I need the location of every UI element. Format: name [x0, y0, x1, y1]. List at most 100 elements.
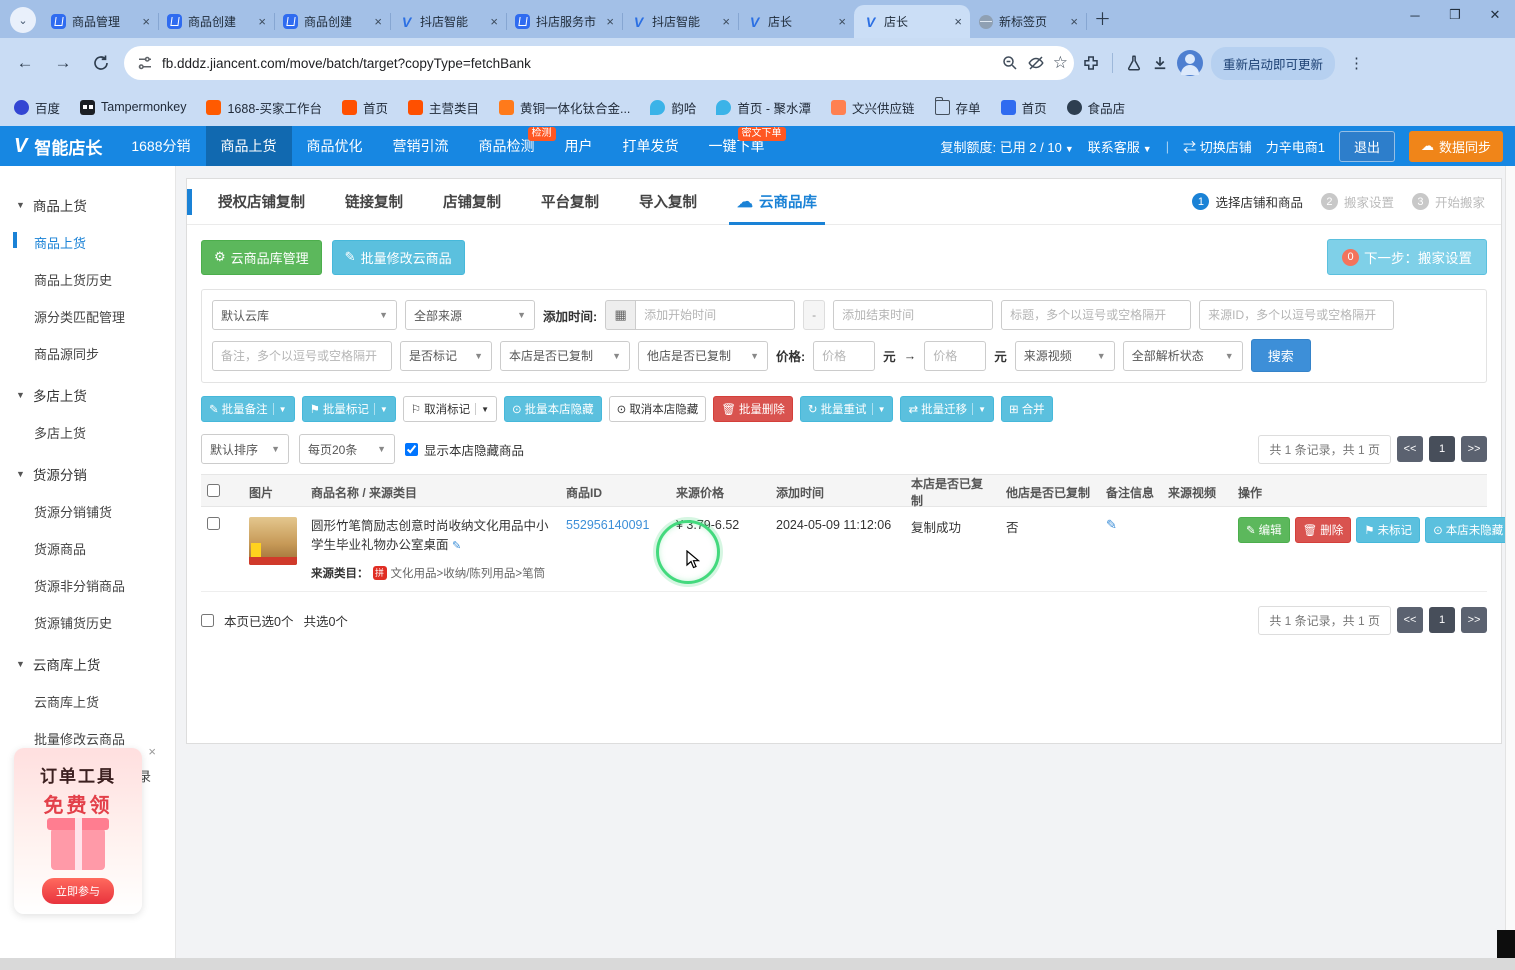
sidebar-item-cloud-upload[interactable]: 云商库上货 [0, 683, 175, 720]
page-number-button[interactable]: 1 [1429, 607, 1455, 633]
tab-platform-copy[interactable]: 平台复制 [521, 179, 619, 225]
contact-support-dropdown[interactable]: 联系客服▼ [1088, 137, 1152, 156]
minimize-button[interactable]: ─ [1395, 0, 1435, 30]
tab-shop-copy[interactable]: 店铺复制 [423, 179, 521, 225]
browser-tab[interactable]: 新标签页 × [970, 5, 1086, 38]
close-button[interactable]: ✕ [1475, 0, 1515, 30]
edit-button[interactable]: ✎编辑 [1238, 517, 1290, 543]
sidebar-group-product-upload[interactable]: ▼商品上货 [0, 186, 175, 224]
sidebar-item-stock-history[interactable]: 货源铺货历史 [0, 604, 175, 641]
browser-tab[interactable]: 商品创建 × [274, 5, 390, 38]
tab-import-copy[interactable]: 导入复制 [619, 179, 717, 225]
switch-shop-button[interactable]: ⇄ 切换店铺 [1183, 137, 1252, 156]
tab-close-icon[interactable]: × [836, 14, 848, 29]
batch-migrate-button[interactable]: ⇄批量迁移▼ [900, 396, 994, 422]
nav-item-marketing[interactable]: 营销引流 [378, 126, 464, 166]
chrome-menu-icon[interactable]: ⋮ [1343, 54, 1371, 72]
not-hidden-button[interactable]: ⊙本店未隐藏 [1425, 517, 1511, 543]
site-info-icon[interactable] [136, 54, 154, 72]
sidebar-item-non-distribution[interactable]: 货源非分销商品 [0, 567, 175, 604]
source-video-select[interactable]: 来源视频▼ [1015, 341, 1115, 371]
browser-tab[interactable]: 商品创建 × [158, 5, 274, 38]
batch-hide-button[interactable]: ⊙批量本店隐藏 [504, 396, 602, 422]
address-bar[interactable]: fb.dddz.jiancent.com/move/batch/target?c… [124, 46, 1074, 80]
source-select[interactable]: 全部来源▼ [405, 300, 535, 330]
select-all-checkbox[interactable] [207, 484, 220, 497]
eye-off-icon[interactable] [1027, 54, 1045, 72]
bookmark-item[interactable]: 百度 [14, 98, 60, 117]
page-size-select[interactable]: 每页20条▼ [299, 434, 395, 464]
flask-icon[interactable] [1125, 54, 1143, 72]
next-page-button[interactable]: >> [1461, 607, 1487, 633]
nav-item-product-upload[interactable]: 商品上货 [206, 126, 292, 166]
nav-item-one-click-order[interactable]: 一键下单 密文下单 [694, 126, 780, 166]
sidebar-item-multi-shop-upload[interactable]: 多店上货 [0, 414, 175, 451]
browser-tab[interactable]: V 抖店智能 × [390, 5, 506, 38]
bookmark-star-icon[interactable]: ☆ [1053, 53, 1068, 73]
tab-close-icon[interactable]: × [604, 14, 616, 29]
tab-close-icon[interactable]: × [140, 14, 152, 29]
cloud-library-select[interactable]: 默认云库▼ [212, 300, 397, 330]
next-step-button[interactable]: 0下一步：搬家设置 [1327, 239, 1487, 275]
batch-retry-button[interactable]: ↻批量重试▼ [800, 396, 894, 422]
cancel-hide-button[interactable]: ⊙取消本店隐藏 [609, 396, 707, 422]
data-sync-button[interactable]: ☁数据同步 [1409, 131, 1503, 162]
quota-dropdown[interactable]: 复制额度: 已用 2 / 10▼ [940, 137, 1073, 156]
maximize-button[interactable]: ❒ [1435, 0, 1475, 30]
profile-avatar[interactable] [1177, 50, 1203, 76]
reload-icon[interactable] [86, 48, 116, 78]
bookmark-item[interactable]: 首页 [342, 98, 388, 117]
sidebar-group-cloud-library[interactable]: ▼云商库上货 [0, 645, 175, 683]
next-page-button[interactable]: >> [1461, 436, 1487, 462]
app-logo[interactable]: V 智能店长 [0, 134, 116, 159]
back-icon[interactable]: ← [10, 48, 40, 78]
remark-input[interactable] [212, 341, 392, 371]
browser-tab[interactable]: 抖店服务市 × [506, 5, 622, 38]
download-icon[interactable] [1151, 54, 1169, 72]
other-copied-select[interactable]: 他店是否已复制▼ [638, 341, 768, 371]
browser-tab[interactable]: V 店长 × [738, 5, 854, 38]
browser-tab[interactable]: 商品管理 × [42, 5, 158, 38]
nav-item-detect[interactable]: 商品检测 检测 [464, 126, 550, 166]
sidebar-item-product-upload[interactable]: 商品上货 [0, 224, 175, 261]
tab-close-icon[interactable]: × [1068, 14, 1080, 29]
new-tab-button[interactable]: ＋ [1094, 5, 1111, 30]
footer-select-all-checkbox[interactable] [201, 614, 214, 627]
merge-button[interactable]: ⊞合并 [1001, 396, 1053, 422]
promo-join-button[interactable]: 立即参与 [42, 878, 114, 904]
batch-remark-button[interactable]: ✎批量备注▼ [201, 396, 295, 422]
prev-page-button[interactable]: << [1397, 607, 1423, 633]
price-min-input[interactable] [813, 341, 875, 371]
bookmark-item[interactable]: 韵哈 [650, 98, 696, 117]
logout-button[interactable]: 退出 [1339, 131, 1395, 162]
sidebar-item-source-products[interactable]: 货源商品 [0, 530, 175, 567]
bookmark-item[interactable]: 首页 - 聚水潭 [716, 98, 811, 117]
start-time-input[interactable] [635, 300, 795, 330]
marked-select[interactable]: 是否标记▼ [400, 341, 492, 371]
bookmark-item[interactable]: 食品店 [1067, 98, 1126, 117]
delete-button[interactable]: 🗑删除 [1295, 517, 1352, 543]
bookmark-item[interactable]: 首页 [1001, 98, 1047, 117]
browser-tab-active[interactable]: V 店长 × [854, 5, 970, 38]
browser-tab[interactable]: V 抖店智能 × [622, 5, 738, 38]
source-id-input[interactable] [1199, 300, 1394, 330]
edit-remark-icon[interactable]: ✎ [1106, 517, 1117, 532]
nav-item-optimize[interactable]: 商品优化 [292, 126, 378, 166]
show-hidden-checkbox-row[interactable]: 显示本店隐藏商品 [405, 440, 524, 459]
tab-close-icon[interactable]: × [720, 14, 732, 29]
sidebar-item-category-match[interactable]: 源分类匹配管理 [0, 298, 175, 335]
sidebar-group-multi-shop[interactable]: ▼多店上货 [0, 376, 175, 414]
product-image[interactable] [249, 517, 297, 565]
product-id-link[interactable]: 552956140091 [566, 518, 649, 532]
unmarked-button[interactable]: ⚑未标记 [1356, 517, 1420, 543]
sidebar-group-distribution[interactable]: ▼货源分销 [0, 455, 175, 493]
tab-close-icon[interactable]: × [256, 14, 268, 29]
bookmark-item[interactable]: 存单 [935, 98, 981, 117]
nav-item-users[interactable]: 用户 [550, 126, 608, 166]
parse-status-select[interactable]: 全部解析状态▼ [1123, 341, 1243, 371]
sidebar-item-upload-history[interactable]: 商品上货历史 [0, 261, 175, 298]
promo-close-icon[interactable]: × [148, 744, 156, 759]
external-link-icon[interactable]: ✎ [452, 540, 461, 552]
batch-edit-cloud-button[interactable]: ✎批量修改云商品 [332, 240, 465, 275]
batch-mark-button[interactable]: ⚑批量标记▼ [302, 396, 396, 422]
